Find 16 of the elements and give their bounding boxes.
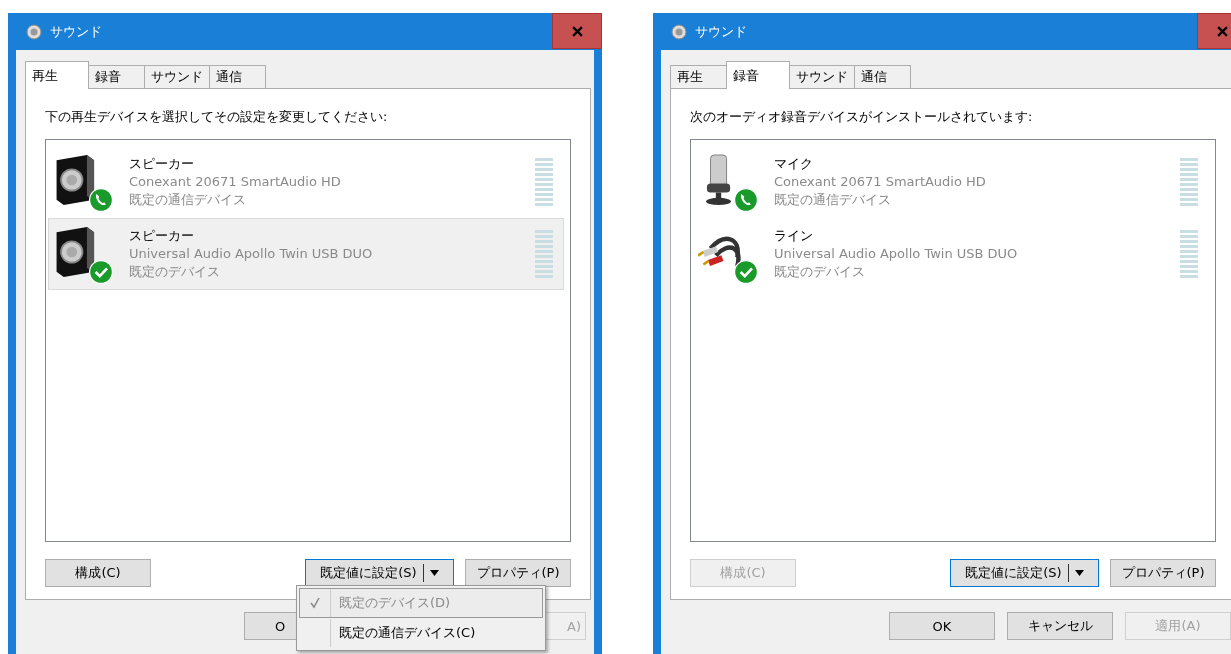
- device-driver: Conexant 20671 SmartAudio HD: [774, 173, 987, 191]
- window-title: サウンド: [50, 22, 103, 41]
- device-name: スピーカー: [129, 155, 195, 173]
- device-name: スピーカー: [129, 227, 195, 245]
- device-status: 既定のデバイス: [774, 263, 866, 281]
- window-title: サウンド: [695, 22, 748, 41]
- device-driver: Universal Audio Apollo Twin USB DUO: [774, 245, 1019, 263]
- device-status: 既定のデバイス: [129, 263, 221, 281]
- instruction-text: 下の再生デバイスを選択してその設定を変更してください:: [45, 109, 389, 126]
- device-status: 既定の通信デバイス: [129, 191, 247, 209]
- device-status: 既定の通信デバイス: [774, 191, 892, 209]
- instruction-text: 次のオーディオ録音デバイスがインストールされています:: [690, 109, 1034, 126]
- device-driver: Universal Audio Apollo Twin USB DUO: [129, 245, 374, 263]
- device-name: ライン: [774, 227, 814, 245]
- device-name: マイク: [774, 155, 814, 173]
- device-driver: Conexant 20671 SmartAudio HD: [129, 173, 342, 191]
